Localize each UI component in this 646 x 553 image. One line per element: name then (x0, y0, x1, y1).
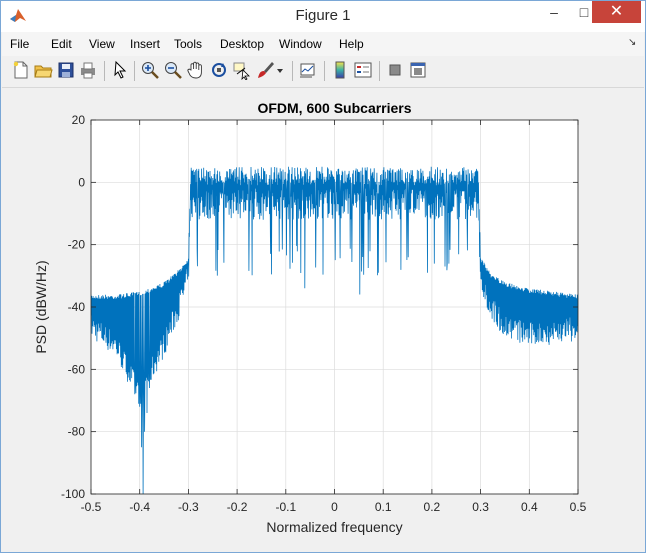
menu-help[interactable]: Help (339, 37, 364, 51)
menu-window[interactable]: Window (279, 37, 322, 51)
x-tick-label: -0.4 (129, 500, 150, 514)
pan-icon[interactable] (186, 60, 206, 80)
close-button[interactable]: ✕ (592, 1, 641, 23)
menu-view[interactable]: View (89, 37, 115, 51)
y-tick-label: 0 (78, 175, 85, 189)
y-tick-label: -100 (61, 487, 85, 501)
figure-window: Figure 1 – □ ✕ File Edit View Insert Too… (0, 0, 646, 553)
menu-bar: File Edit View Insert Tools Desktop Wind… (2, 32, 644, 56)
psd-chart[interactable]: -0.5 -0.4 -0.3 -0.2 -0.1 0 0.1 0.2 0.3 0.4 0.5 -100… (9, 88, 640, 543)
x-tick-label: 0.5 (570, 500, 587, 514)
dock-arrow-icon[interactable]: ↘ (628, 37, 636, 48)
pointer-icon[interactable] (110, 60, 130, 80)
x-tick-label: -0.1 (275, 500, 296, 514)
title-bar[interactable]: Figure 1 – □ ✕ (1, 1, 645, 32)
minimize-button[interactable]: – (539, 1, 569, 23)
open-file-icon[interactable] (33, 60, 53, 80)
menu-tools[interactable]: Tools (174, 37, 202, 51)
y-tick-label: -80 (68, 425, 86, 439)
figure-toolbar (2, 56, 644, 88)
y-tick-label: 20 (72, 113, 86, 127)
legend-icon[interactable] (353, 60, 373, 80)
menu-desktop[interactable]: Desktop (220, 37, 264, 51)
toolbar-separator (379, 61, 380, 81)
x-tick-label: 0.1 (375, 500, 392, 514)
hide-plot-tools-icon[interactable] (385, 60, 405, 80)
x-tick-label: 0.3 (472, 500, 489, 514)
x-tick-label: -0.3 (178, 500, 199, 514)
x-axis-label: Normalized frequency (266, 519, 402, 535)
brush-icon[interactable] (255, 60, 275, 80)
new-figure-icon[interactable] (11, 60, 31, 80)
y-tick-label: -40 (68, 300, 86, 314)
x-tick-label: -0.2 (227, 500, 248, 514)
data-cursor-icon[interactable] (232, 60, 252, 81)
x-tick-label: 0.2 (424, 500, 441, 514)
toolbar-separator (324, 61, 325, 81)
print-icon[interactable] (78, 60, 98, 80)
menu-edit[interactable]: Edit (51, 37, 72, 51)
brush-menu-icon[interactable] (275, 60, 285, 80)
menu-insert[interactable]: Insert (130, 37, 160, 51)
colorbar-icon[interactable] (330, 60, 350, 80)
show-plot-tools-icon[interactable] (408, 60, 428, 80)
x-tick-label: 0 (331, 500, 338, 514)
x-tick-label: 0.4 (521, 500, 538, 514)
chart-title: OFDM, 600 Subcarriers (257, 100, 411, 116)
rotate-3d-icon[interactable] (209, 60, 229, 80)
menu-file[interactable]: File (10, 37, 29, 51)
zoom-in-icon[interactable] (140, 60, 160, 80)
y-tick-label: -60 (68, 362, 86, 376)
toolbar-separator (104, 61, 105, 81)
save-icon[interactable] (56, 60, 76, 80)
link-plot-icon[interactable] (298, 60, 318, 80)
figure-canvas: -0.5 -0.4 -0.3 -0.2 -0.1 0 0.1 0.2 0.3 0.4 0.5 -100… (9, 88, 640, 543)
y-tick-label: -20 (68, 238, 86, 252)
toolbar-separator (134, 61, 135, 81)
toolbar-separator (292, 61, 293, 81)
x-tick-label: -0.5 (81, 500, 102, 514)
y-axis-label: PSD (dBW/Hz) (33, 260, 49, 353)
zoom-out-icon[interactable] (163, 60, 183, 80)
